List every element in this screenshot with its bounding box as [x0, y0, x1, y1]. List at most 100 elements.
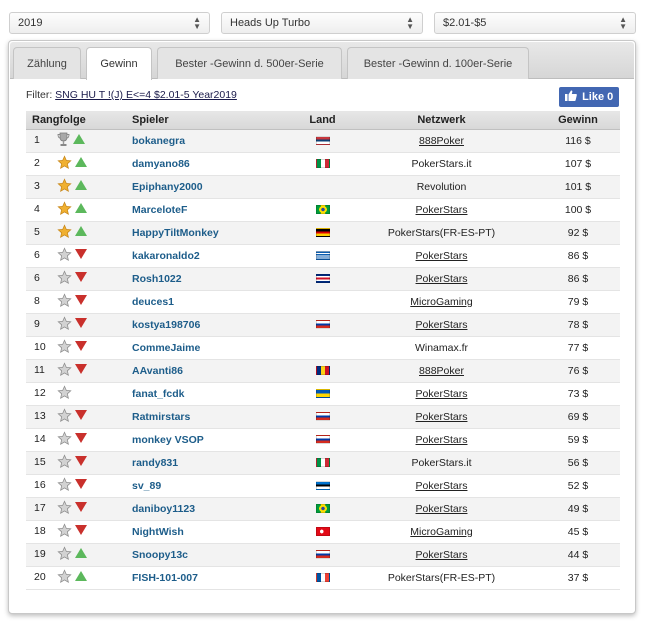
- player-link[interactable]: Snoopy13c: [132, 549, 188, 561]
- player-link[interactable]: AAvanti86: [132, 365, 183, 377]
- tab-best-100-series[interactable]: Bester -Gewinn d. 100er-Serie: [347, 47, 529, 79]
- rank-number: 20: [34, 571, 46, 584]
- column-header-country[interactable]: Land: [298, 111, 347, 130]
- network-link[interactable]: 888Poker: [419, 135, 464, 147]
- flag-greece-icon: [315, 251, 330, 261]
- network-link[interactable]: PokerStars: [416, 319, 468, 331]
- stake-select-value: $2.01-$5: [443, 17, 487, 29]
- network-link[interactable]: MicroGaming: [410, 296, 472, 308]
- tab-winnings[interactable]: Gewinn: [86, 47, 152, 80]
- table-row: 19 Snoopy13c PokerStars 44 $: [26, 543, 620, 567]
- tab-count[interactable]: Zählung: [13, 47, 81, 79]
- table-row: 20 FISH-101-007 PokerStars(FR-ES-PT) 37 …: [26, 566, 620, 590]
- gold-star-icon: [57, 223, 72, 242]
- game-type-select[interactable]: Heads Up Turbo ▲ ▼: [221, 12, 423, 34]
- leaderboard-panel: Zählung Gewinn Bester -Gewinn d. 500er-S…: [8, 40, 636, 614]
- country-cell: [298, 474, 347, 498]
- flag-serbia-icon: [315, 136, 330, 146]
- stake-select[interactable]: $2.01-$5 ▲ ▼: [434, 12, 636, 34]
- column-header-rank[interactable]: Rangfolge: [26, 111, 126, 130]
- network-cell: PokerStars.it: [347, 451, 536, 475]
- silver-star-icon: [57, 568, 72, 587]
- network-cell: PokerStars: [347, 474, 536, 498]
- country-cell: [298, 152, 347, 176]
- filter-link[interactable]: SNG HU T !(J) E<=4 $2.01-5 Year2019: [55, 89, 237, 101]
- player-link[interactable]: MarceloteF: [132, 204, 187, 216]
- trend-down-arrow-icon: [74, 479, 87, 492]
- trend-down-arrow-icon: [74, 364, 87, 377]
- column-header-network[interactable]: Netzwerk: [347, 111, 536, 130]
- rank-number: 17: [34, 502, 46, 515]
- network-link[interactable]: PokerStars: [416, 250, 468, 262]
- column-header-winnings[interactable]: Gewinn: [536, 111, 620, 130]
- player-link[interactable]: HappyTiltMonkey: [132, 227, 219, 239]
- winnings-value: 73 $: [536, 382, 620, 406]
- table-row: 14 monkey VSOP PokerStars 59 $: [26, 428, 620, 452]
- player-link[interactable]: fanat_fcdk: [132, 388, 185, 400]
- player-cell: sv_89: [126, 474, 298, 498]
- player-link[interactable]: damyano86: [132, 158, 190, 170]
- network-name: Revolution: [416, 180, 467, 193]
- player-link[interactable]: kostya198706: [132, 319, 200, 331]
- player-cell: Epiphany2000: [126, 175, 298, 199]
- trend-up-arrow-icon: [74, 180, 87, 193]
- tab-best-500-series[interactable]: Bester -Gewinn d. 500er-Serie: [157, 47, 342, 79]
- player-link[interactable]: Ratmirstars: [132, 411, 190, 423]
- player-cell: CommeJaime: [126, 336, 298, 360]
- player-link[interactable]: daniboy1123: [132, 503, 195, 515]
- player-link[interactable]: deuces1: [132, 296, 174, 308]
- trophy-icon: [57, 132, 70, 150]
- network-link[interactable]: PokerStars: [416, 549, 468, 561]
- silver-star-icon: [57, 499, 72, 518]
- network-link[interactable]: MicroGaming: [410, 526, 472, 538]
- silver-star-icon: [57, 545, 72, 564]
- player-link[interactable]: monkey VSOP: [132, 434, 204, 446]
- filter-label: Filter:: [26, 89, 53, 101]
- network-link[interactable]: PokerStars: [416, 434, 468, 446]
- trend-up-arrow-icon: [74, 203, 87, 216]
- facebook-like-button[interactable]: Like 0: [559, 87, 619, 107]
- column-header-player[interactable]: Spieler: [126, 111, 298, 130]
- country-cell: [298, 129, 347, 153]
- player-link[interactable]: NightWish: [132, 526, 184, 538]
- country-cell: [298, 428, 347, 452]
- network-link[interactable]: PokerStars: [416, 411, 468, 423]
- trend-up-arrow-icon: [72, 134, 85, 147]
- rank-number: 8: [34, 295, 40, 308]
- rank-number: 13: [34, 410, 46, 423]
- player-link[interactable]: randy831: [132, 457, 178, 469]
- rank-cell: 14: [26, 428, 126, 452]
- silver-star-icon: [57, 430, 72, 449]
- country-cell: [298, 267, 347, 291]
- player-link[interactable]: Epiphany2000: [132, 181, 203, 193]
- updown-arrow-icon: ▲ ▼: [406, 15, 414, 31]
- trend-down-arrow-icon: [74, 433, 87, 446]
- winnings-value: 69 $: [536, 405, 620, 429]
- network-link[interactable]: PokerStars: [416, 273, 468, 285]
- year-select[interactable]: 2019 ▲ ▼: [9, 12, 210, 34]
- player-link[interactable]: CommeJaime: [132, 342, 200, 354]
- player-link[interactable]: sv_89: [132, 480, 161, 492]
- year-select-value: 2019: [18, 17, 43, 29]
- country-cell: [298, 290, 347, 314]
- player-link[interactable]: FISH-101-007: [132, 572, 198, 584]
- flag-ukraine-icon: [315, 389, 330, 399]
- flag-russia-icon: [315, 320, 330, 330]
- network-link[interactable]: 888Poker: [419, 365, 464, 377]
- network-name: PokerStars.it: [411, 456, 472, 469]
- network-link[interactable]: PokerStars: [416, 388, 468, 400]
- player-link[interactable]: kakaronaldo2: [132, 250, 200, 262]
- network-link[interactable]: PokerStars: [416, 503, 468, 515]
- winnings-value: 101 $: [536, 175, 620, 199]
- country-cell: [298, 359, 347, 383]
- table-row: 16 sv_89 PokerStars 52 $: [26, 474, 620, 498]
- flag-estonia-icon: [315, 481, 330, 491]
- silver-star-icon: [57, 246, 72, 265]
- player-link[interactable]: Rosh1022: [132, 273, 182, 285]
- flag-brazil-icon: [315, 504, 330, 514]
- player-link[interactable]: bokanegra: [132, 135, 185, 147]
- network-link[interactable]: PokerStars: [416, 204, 468, 216]
- table-row: 1 bokanegra 888Poker 116 $: [26, 129, 620, 153]
- player-cell: Ratmirstars: [126, 405, 298, 429]
- network-link[interactable]: PokerStars: [416, 480, 468, 492]
